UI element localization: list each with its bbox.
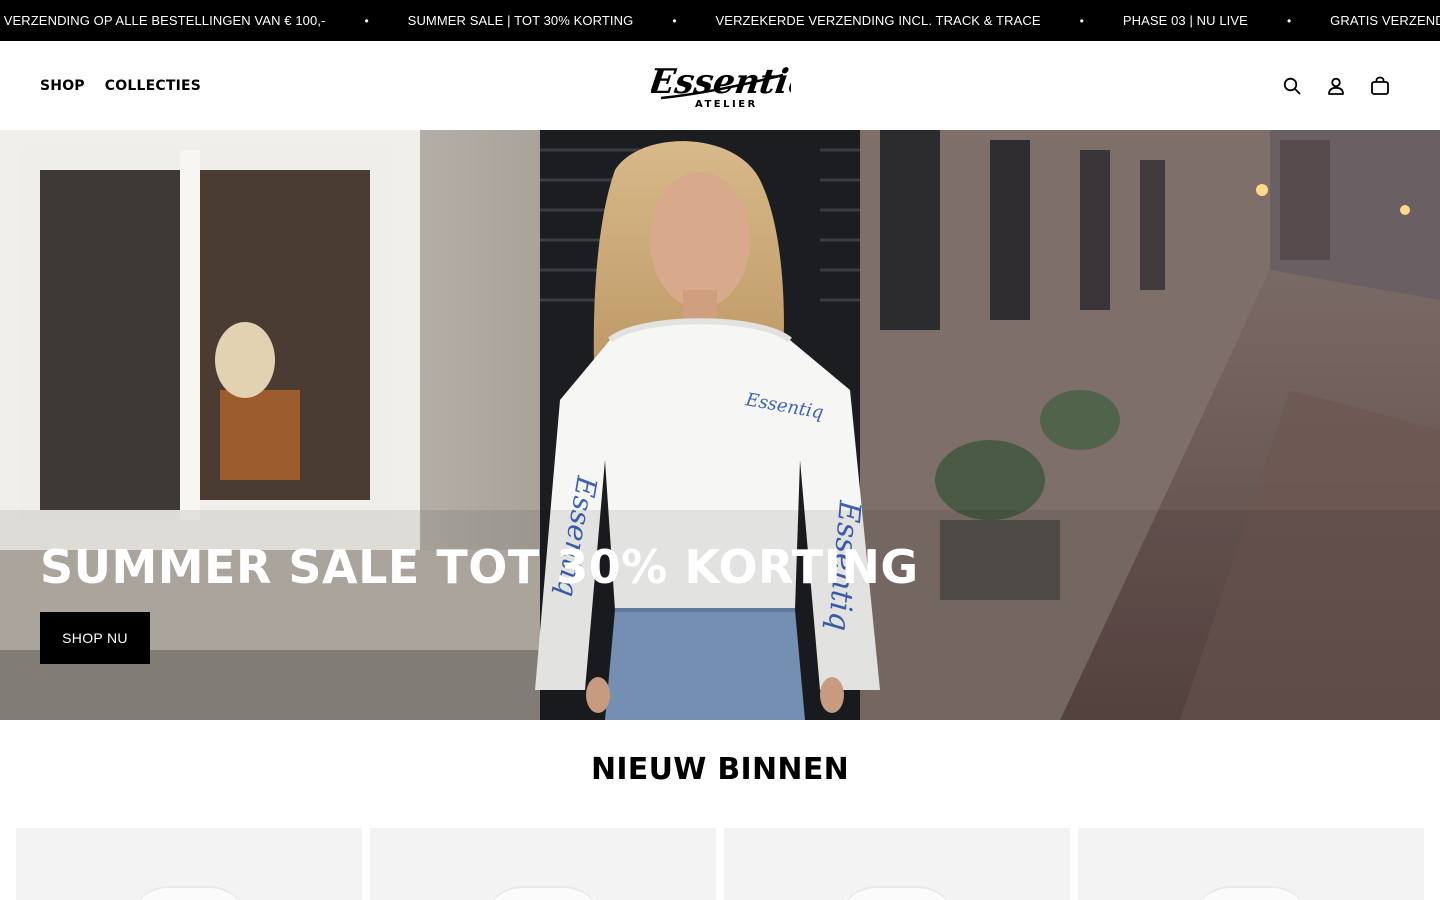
product-card[interactable] [370, 828, 716, 900]
announcement-item: VERZEKERDE VERZENDING INCL. TRACK & TRAC… [715, 13, 1041, 28]
announcement-item: GRATIS VERZENDING OP ALLE BESTELLINGEN V… [0, 13, 326, 28]
logo-subtext: ATELIER [695, 99, 758, 110]
header-icons [1282, 41, 1390, 130]
nav-shop[interactable]: SHOP [40, 78, 85, 94]
main-nav: SHOP COLLECTIES [40, 41, 201, 130]
cart-icon[interactable] [1370, 76, 1390, 96]
section-title-new-in: NIEUW BINNEN [590, 752, 850, 787]
announcement-separator: • [364, 13, 369, 28]
account-icon[interactable] [1326, 76, 1346, 96]
search-icon[interactable] [1282, 76, 1302, 96]
product-image [1191, 886, 1311, 900]
announcement-separator: • [672, 13, 677, 28]
announcement-item: GRATIS VERZENDING OP ALLE BESTELLINGEN V… [1330, 13, 1440, 28]
announcement-item: PHASE 03 | NU LIVE [1122, 13, 1248, 28]
product-image [129, 886, 249, 900]
announcement-separator: • [1079, 13, 1084, 28]
product-image [837, 886, 957, 900]
product-card[interactable] [1078, 828, 1424, 900]
product-image [483, 886, 603, 900]
nav-collecties[interactable]: COLLECTIES [105, 78, 201, 94]
hero-image: Essentiq Essentiq Essentiq [0, 130, 1440, 720]
announcement-separator: • [1286, 13, 1292, 28]
site-header: SHOP COLLECTIES Essentiq ATELIER [0, 41, 1440, 130]
announcement-item: SUMMER SALE | TOT 30% KORTING [407, 13, 634, 28]
hero-title: SUMMER SALE TOT 30% KORTING [40, 540, 919, 594]
hero-banner[interactable]: Essentiq Essentiq Essentiq SUMMER SALE T… [0, 130, 1440, 720]
logo-wordmark: Essentiq ATELIER [645, 62, 814, 110]
shop-now-button[interactable]: SHOP NU [40, 612, 150, 664]
site-logo[interactable]: Essentiq ATELIER [645, 55, 814, 113]
product-card[interactable] [724, 828, 1070, 900]
product-grid [16, 828, 1424, 900]
product-card[interactable] [16, 828, 362, 900]
announcement-bar: GRATIS VERZENDING OP ALLE BESTELLINGEN V… [0, 0, 1440, 41]
announcement-track: GRATIS VERZENDING OP ALLE BESTELLINGEN V… [0, 0, 1440, 41]
